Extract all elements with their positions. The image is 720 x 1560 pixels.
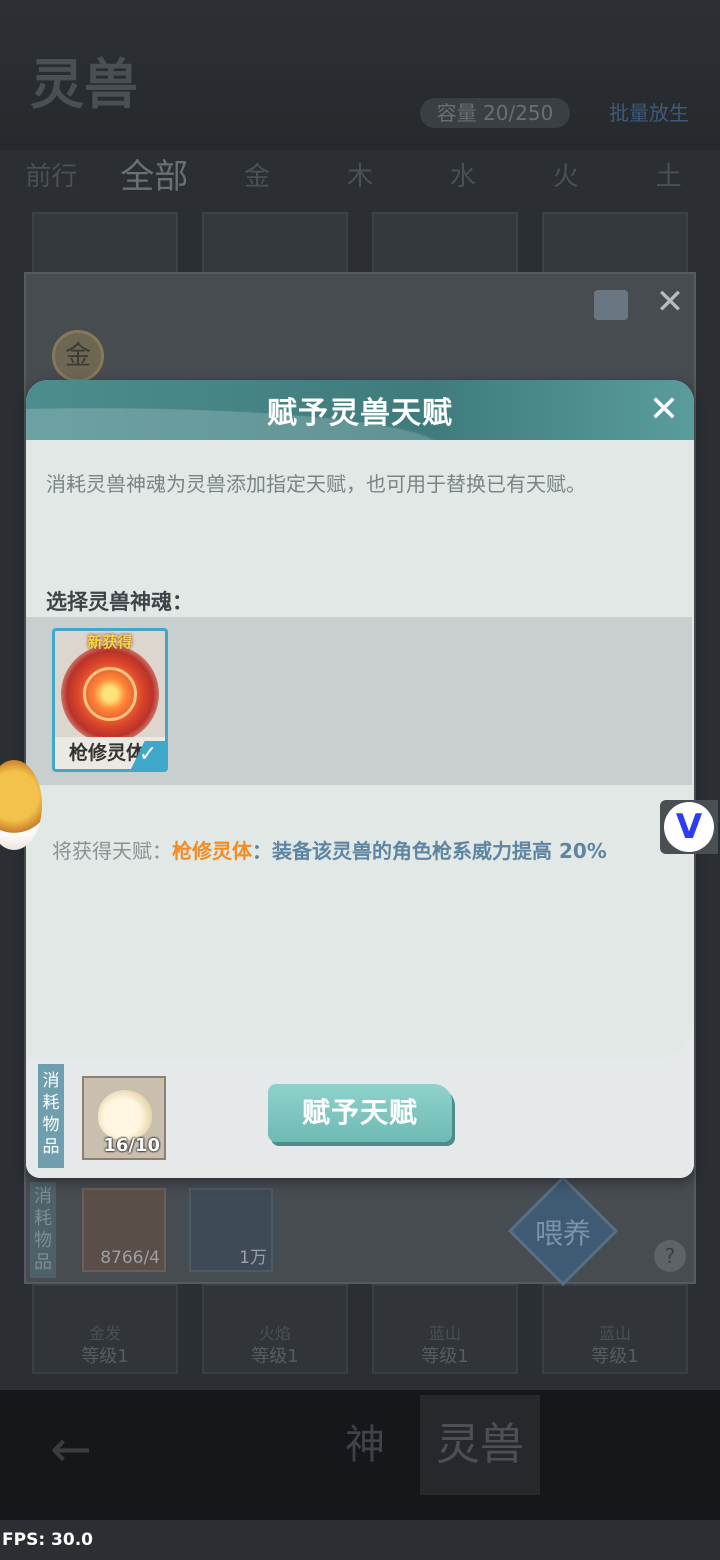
nav-shen-button[interactable]: 神 — [320, 1400, 410, 1490]
bg-beast-level: 等级1 — [421, 1346, 469, 1367]
consume-item-count: 16/10 — [103, 1135, 160, 1156]
bg-beast-card[interactable]: 蓝山 等级1 — [542, 1284, 688, 1374]
element-badge: 金 — [52, 330, 104, 382]
bg-tab-2[interactable]: 金 — [206, 150, 309, 205]
v-logo-button[interactable]: V — [664, 802, 714, 852]
bg-beast-name: 火焰 — [258, 1324, 291, 1343]
grant-talent-button[interactable]: 赋予天赋 — [268, 1084, 452, 1142]
bg-tab-3[interactable]: 木 — [309, 150, 412, 205]
select-soul-label: 选择灵兽神魂： — [46, 590, 193, 614]
panel-consume-item[interactable]: 8766/4 — [82, 1188, 166, 1272]
new-badge: 新获得 — [87, 633, 133, 651]
feed-button-label: 喂养 — [534, 1217, 591, 1250]
bg-beast-name: 蓝山 — [598, 1324, 631, 1343]
bg-beast-card[interactable] — [542, 212, 688, 274]
gain-talent-name: 枪修灵体 — [172, 839, 252, 863]
bg-tab-5[interactable]: 火 — [514, 150, 617, 205]
bg-tab-4[interactable]: 水 — [411, 150, 514, 205]
bg-beast-name: 金发 — [88, 1324, 121, 1343]
bg-beast-card[interactable]: 金发 等级1 — [32, 1284, 178, 1374]
bg-tab-0[interactable]: 前行 — [0, 150, 103, 205]
question-icon[interactable]: ? — [654, 1240, 686, 1272]
bg-tab-bar: 前行 全部 金 木 水 火 土 — [0, 150, 720, 205]
bg-capacity: 容量 20/250 — [420, 98, 570, 128]
close-icon[interactable]: ✕ — [644, 388, 684, 432]
nav-lingshou-button[interactable]: 灵兽 — [420, 1395, 540, 1495]
talent-gain-row: 将获得天赋：枪修灵体：装备该灵兽的角色枪系威力提高 20% — [52, 835, 692, 864]
bg-beast-card[interactable] — [202, 212, 348, 274]
bg-tab-1[interactable]: 全部 — [103, 150, 206, 205]
bg-beast-level: 等级1 — [251, 1346, 299, 1367]
dialog-description: 消耗灵兽神魂为灵兽添加指定天赋，也可用于替换已有天赋。 — [46, 472, 586, 496]
grant-talent-dialog: 赋予灵兽天赋 ✕ 消耗灵兽神魂为灵兽添加指定天赋，也可用于替换已有天赋。 选择灵… — [26, 380, 694, 1178]
soul-pouch-icon — [98, 1090, 152, 1140]
bg-beast-card[interactable]: 火焰 等级1 — [202, 1284, 348, 1374]
bg-beast-name: 蓝山 — [428, 1324, 461, 1343]
soul-orb-ring — [83, 667, 137, 721]
chest-icon[interactable] — [594, 290, 628, 320]
dialog-title: 赋予灵兽天赋 — [267, 396, 453, 431]
bg-beast-card[interactable]: 蓝山 等级1 — [372, 1284, 518, 1374]
body-curve — [26, 1010, 694, 1060]
bg-tab-6[interactable]: 土 — [617, 150, 720, 205]
gain-effect: 装备该灵兽的角色枪系威力提高 20% — [272, 839, 607, 863]
panel-item-count: 1万 — [239, 1248, 267, 1268]
gain-separator: ： — [252, 839, 272, 863]
bg-card-row-top — [32, 212, 688, 274]
bg-beast-level: 等级1 — [81, 1346, 129, 1367]
consume-item[interactable]: 16/10 — [82, 1076, 166, 1160]
bg-card-row-bottom: 金发 等级1 火焰 等级1 蓝山 等级1 蓝山 等级1 — [32, 1284, 688, 1374]
panel-close-icon[interactable]: ✕ — [652, 284, 688, 320]
gain-label: 将获得天赋： — [52, 839, 172, 863]
consume-tag: 消耗物品 — [38, 1064, 64, 1168]
bg-beast-card[interactable] — [32, 212, 178, 274]
panel-consume-tag: 消耗物品 — [30, 1182, 56, 1278]
bg-beast-card[interactable] — [372, 212, 518, 274]
panel-consume-item[interactable]: 1万 — [189, 1188, 273, 1272]
fps-counter: FPS: 30.0 — [2, 1530, 93, 1550]
panel-item-count: 8766/4 — [100, 1248, 160, 1268]
bg-logo: 灵兽 — [30, 52, 138, 116]
back-arrow-icon[interactable]: ← — [50, 1420, 92, 1478]
soul-card[interactable]: 新获得 枪修灵体 ✓ — [52, 628, 168, 772]
bg-batch-release-button[interactable]: 批量放生 — [590, 98, 708, 128]
bg-beast-level: 等级1 — [591, 1346, 639, 1367]
